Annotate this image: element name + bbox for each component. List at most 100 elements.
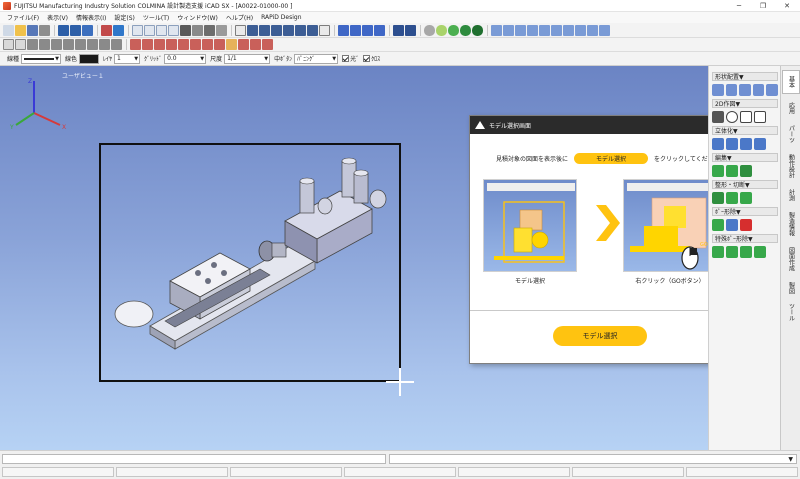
cylinder-green-icon[interactable] [448,24,459,36]
layer-2-icon[interactable] [515,24,526,36]
trim-tool-icon[interactable] [740,192,752,204]
section-shape-cut[interactable]: 整形・切断▼ [712,180,778,189]
torus-tool-icon[interactable] [766,84,778,96]
arrow-left-icon[interactable] [58,24,69,36]
cross-circle-tool-icon[interactable] [740,111,752,123]
endpoint-icon[interactable] [166,39,177,50]
print-icon[interactable] [39,24,50,36]
menu-window[interactable]: ウィンドウ(W) [173,13,222,22]
split-tool-icon[interactable] [726,192,738,204]
ortho-icon[interactable] [262,39,273,50]
square-icon[interactable] [39,39,50,50]
snap-icon[interactable] [15,39,26,50]
menu-settings[interactable]: 設定(S) [110,13,139,22]
extrude-tool-icon[interactable] [712,138,724,150]
tab-tools[interactable]: ツール [782,301,800,323]
layer-m-icon[interactable] [491,24,502,36]
menu-rapid-design[interactable]: RAPiD Design [257,14,305,21]
point-icon[interactable] [87,39,98,50]
cursor-icon[interactable] [238,39,249,50]
green-tool-b-icon[interactable] [726,246,738,258]
layer-3-icon[interactable] [527,24,538,36]
wireframe-icon[interactable] [362,24,373,36]
tab-measure[interactable]: 計測 [782,185,800,205]
view-side-icon[interactable] [259,24,270,36]
rotate-icon[interactable] [192,24,203,36]
undo-icon[interactable] [393,24,404,36]
cylinder-tool-icon[interactable] [712,84,724,96]
view-front-icon[interactable] [235,24,246,36]
layer-select[interactable]: 1 ▼ [114,53,141,64]
cut-tool-icon[interactable] [712,192,724,204]
layer-6-icon[interactable] [563,24,574,36]
view-iso-icon[interactable] [271,24,282,36]
tag-icon[interactable] [101,24,112,36]
shade-icon[interactable] [338,24,349,36]
redo-icon[interactable] [405,24,416,36]
assembly-model[interactable] [110,151,390,381]
save-icon[interactable] [27,24,38,36]
vertex-icon[interactable] [111,39,122,50]
offset-icon[interactable] [214,39,225,50]
view-bottom-icon[interactable] [295,24,306,36]
view-custom-icon[interactable] [307,24,318,36]
cone-tool-icon[interactable] [752,84,765,96]
layer-9-icon[interactable] [599,24,610,36]
box-tool-icon[interactable] [725,84,738,96]
perpendicular-icon[interactable] [190,39,201,50]
hidden-line-icon[interactable] [374,24,385,36]
zoom-fit-icon[interactable] [168,24,179,36]
section-2d-drawing[interactable]: 2D作図▼ [712,99,778,108]
sphere-tool-icon[interactable] [739,84,751,96]
pdf-icon[interactable] [113,24,124,36]
delete-x-icon[interactable] [740,219,752,231]
section-special-delete[interactable]: 特殊ﾎﾟｰ形除▼ [712,234,778,243]
green-cube-tool-icon[interactable] [712,165,724,177]
cylinder-deepgreen-icon[interactable] [472,24,483,36]
layer-7-icon[interactable] [575,24,586,36]
rect-tool-icon[interactable] [754,111,766,123]
line-icon[interactable] [130,39,141,50]
maximize-button[interactable]: ❐ [751,0,775,12]
open-folder-icon[interactable] [15,24,26,36]
cylinder-lightgreen-icon[interactable] [436,24,447,36]
section-shape-placement[interactable]: 形状配置▼ [712,72,778,81]
sweep-tool-icon[interactable] [740,138,752,150]
zoom-in-icon[interactable] [132,24,143,36]
zoom-window-icon[interactable] [156,24,167,36]
polygon-icon[interactable] [75,39,86,50]
cad-viewport[interactable]: ユーザビュー１ Z X Y モデル選択画面 見積対象の図面を表示後に モデル選択… [0,66,708,450]
layer-1-icon[interactable] [503,24,514,36]
view-top-icon[interactable] [247,24,258,36]
point-tool-icon[interactable] [712,219,724,231]
layer-4-icon[interactable] [539,24,550,36]
grid-select[interactable]: 0.0 ▼ [164,53,207,64]
green-tool-d-icon[interactable] [754,246,766,258]
cylinder-gray-icon[interactable] [424,24,435,36]
tab-drawing-creation[interactable]: 図面作成 [782,243,800,275]
menu-file[interactable]: ファイル(F) [3,13,43,22]
cross-icon[interactable] [27,39,38,50]
move-icon[interactable] [82,24,93,36]
menu-view[interactable]: 表示(V) [43,13,72,22]
arc-icon[interactable] [202,39,213,50]
middle-button-select[interactable]: ﾊﾟﾆﾝｸﾞ ▼ [294,53,339,64]
circle-icon[interactable] [63,39,74,50]
pentagon-icon[interactable] [51,39,62,50]
green-cube2-tool-icon[interactable] [726,165,738,177]
section-edit[interactable]: 編集▼ [712,153,778,162]
zoom-out-icon[interactable] [144,24,155,36]
circle-tool-icon[interactable] [726,111,738,123]
green-tool-a-icon[interactable] [712,246,724,258]
new-file-icon[interactable] [3,24,14,36]
shade-edge-icon[interactable] [350,24,361,36]
view-split-icon[interactable] [319,24,330,36]
tab-motion-design[interactable]: 動作設計 [782,150,800,182]
refresh-icon[interactable] [204,24,215,36]
snap-checkbox[interactable] [342,55,350,62]
layer-8-icon[interactable] [587,24,598,36]
menu-help[interactable]: ヘルプ(H) [222,13,257,22]
loft-tool-icon[interactable] [754,138,766,150]
cylinder-darkgreen-icon[interactable] [460,24,471,36]
line-type-select[interactable]: ▼ [21,53,62,64]
